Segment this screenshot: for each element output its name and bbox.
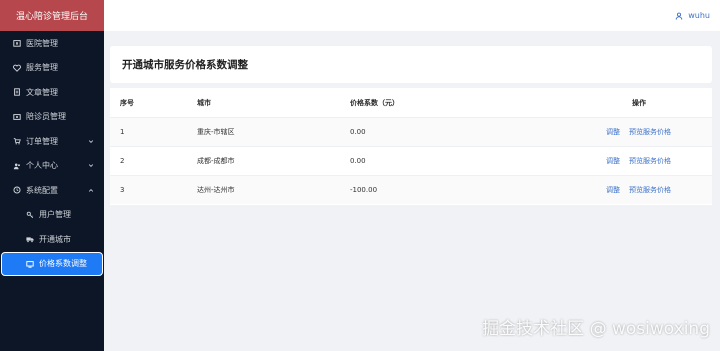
sidebar-item-system[interactable]: 系统配置: [0, 178, 104, 203]
adjust-link[interactable]: 调整: [606, 127, 620, 137]
sidebar-item-label: 文章管理: [26, 87, 58, 97]
sidebar-menu: 医院管理 服务管理 文章管理 陪诊员管理 订单管理 个人中心 系统配置 用户管理…: [0, 31, 104, 276]
sidebar-item-hospital[interactable]: 医院管理: [0, 31, 104, 56]
adjust-link[interactable]: 调整: [606, 156, 620, 166]
staff-icon: [12, 112, 21, 121]
main-area: wuhu 开通城市服务价格系数调整 序号 城市 价格系数（元） 操作 1 重庆-…: [104, 0, 720, 351]
preview-price-link[interactable]: 预览服务价格: [629, 185, 671, 195]
sidebar-item-open-cities[interactable]: 开通城市: [0, 227, 104, 252]
cell-seq: 3: [120, 186, 125, 194]
table-header-row: 序号 城市 价格系数（元） 操作: [110, 88, 712, 117]
sidebar-item-label: 陪诊员管理: [26, 112, 66, 122]
sidebar-item-label: 开通城市: [39, 234, 71, 244]
sidebar-item-label: 订单管理: [26, 136, 58, 146]
cell-seq: 1: [120, 128, 125, 136]
table-row: 2 成都-成都市 0.00 调整 预览服务价格: [110, 146, 712, 175]
clock-icon: [12, 186, 21, 195]
sidebar-item-user-management[interactable]: 用户管理: [0, 203, 104, 228]
sidebar-item-label: 服务管理: [26, 63, 58, 73]
sidebar-item-label: 系统配置: [26, 185, 58, 195]
sidebar-item-service[interactable]: 服务管理: [0, 56, 104, 81]
table-row: 1 重庆-市辖区 0.00 调整 预览服务价格: [110, 117, 712, 146]
watermark: 掘金技术社区 @ wosiwoxing: [482, 319, 710, 339]
sidebar-item-orders[interactable]: 订单管理: [0, 129, 104, 154]
cell-coefficient: 0.00: [350, 128, 366, 136]
cart-icon: [12, 137, 21, 146]
truck-icon: [25, 235, 34, 244]
sidebar-item-staff[interactable]: 陪诊员管理: [0, 105, 104, 130]
column-header-city: 城市: [197, 98, 211, 107]
user-group-icon: [12, 161, 21, 170]
hospital-icon: [12, 39, 21, 48]
preview-price-link[interactable]: 预览服务价格: [629, 127, 671, 137]
page-header: 开通城市服务价格系数调整: [110, 46, 712, 83]
sidebar-item-label: 用户管理: [39, 210, 71, 220]
cell-city: 重庆-市辖区: [197, 128, 235, 136]
screen-icon: [25, 259, 34, 268]
column-header-coefficient: 价格系数（元）: [350, 98, 399, 107]
cell-coefficient: -100.00: [350, 186, 378, 194]
column-header-seq: 序号: [120, 98, 134, 107]
sidebar-item-price-coefficient[interactable]: 价格系数调整: [1, 251, 103, 276]
adjust-link[interactable]: 调整: [606, 185, 620, 195]
cell-coefficient: 0.00: [350, 157, 366, 165]
sidebar: 温心陪诊管理后台 医院管理 服务管理 文章管理 陪诊员管理 订单管理 个人中心: [0, 0, 104, 351]
top-bar: wuhu: [104, 0, 720, 31]
chevron-down-icon: [87, 138, 94, 145]
sidebar-item-label: 医院管理: [26, 38, 58, 48]
key-icon: [25, 210, 34, 219]
sidebar-item-label: 价格系数调整: [39, 259, 87, 268]
heart-icon: [12, 63, 21, 72]
cell-city: 成都-成都市: [197, 157, 235, 165]
preview-price-link[interactable]: 预览服务价格: [629, 156, 671, 166]
table-row: 3 达州-达州市 -100.00 调整 预览服务价格: [110, 175, 712, 204]
price-coefficient-table: 序号 城市 价格系数（元） 操作 1 重庆-市辖区 0.00 调整 预览服务价格…: [110, 88, 712, 205]
sidebar-item-profile[interactable]: 个人中心: [0, 154, 104, 179]
app-brand: 温心陪诊管理后台: [0, 0, 104, 31]
user-icon: [675, 12, 683, 20]
chevron-up-icon: [87, 187, 94, 194]
column-header-actions: 操作: [632, 98, 646, 107]
sidebar-item-label: 个人中心: [26, 161, 58, 171]
chevron-down-icon: [87, 162, 94, 169]
cell-seq: 2: [120, 157, 125, 165]
document-icon: [12, 88, 21, 97]
sidebar-item-article[interactable]: 文章管理: [0, 80, 104, 105]
page-title: 开通城市服务价格系数调整: [122, 59, 248, 71]
username-link[interactable]: wuhu: [688, 11, 710, 20]
cell-city: 达州-达州市: [197, 186, 235, 194]
